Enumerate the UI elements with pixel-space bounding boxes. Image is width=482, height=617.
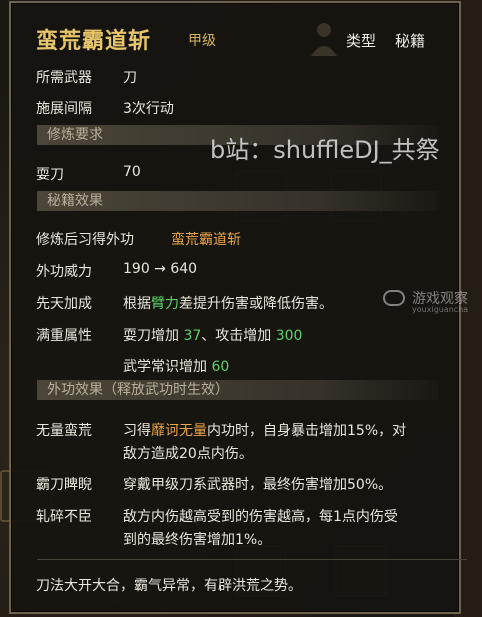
outer-header: 外功效果（释放武功时生效） (37, 380, 439, 400)
weapon-label: 所需武器 (36, 70, 92, 86)
full-text-a: 耍刀增加 37、攻击增加 300 (123, 325, 302, 345)
full-c-pre: 武学常识增加 (123, 359, 207, 375)
full-label: 满重属性 (36, 328, 92, 344)
effect2-label: 霸刀睥睨 (36, 477, 92, 493)
skill-tooltip: 蛮荒霸道斩 甲级 类型 秘籍 所需武器 刀 施展间隔 3次行动 修炼要求 耍刀 … (9, 1, 467, 614)
effect1-line2: 敌方造成20点内伤。 (123, 446, 253, 462)
power-value: 190 → 640 (123, 261, 198, 277)
effect1-pre: 习得 (123, 423, 151, 439)
effect3-line1: 敌方内伤越高受到的伤害越高，每1点内伤受 (123, 509, 398, 525)
power-label: 外功威力 (36, 264, 92, 280)
learn-value: 蛮荒霸道斩 (171, 232, 241, 248)
innate-pre: 根据 (123, 296, 151, 312)
effect2-text: 穿戴甲级刀系武器时，最终伤害增加50%。 (123, 477, 393, 493)
requirement-label: 耍刀 (36, 167, 64, 183)
interval-label: 施展间隔 (36, 101, 92, 117)
master-portrait-icon (311, 23, 337, 56)
site-watermark-sub: youxiguancha (412, 305, 469, 314)
weapon-value: 刀 (123, 70, 137, 86)
full-a-val: 37 (183, 328, 202, 344)
type-value: 秘籍 (395, 32, 426, 50)
watermark-logo-icon (383, 290, 405, 306)
interval-value: 3次行动 (123, 101, 174, 117)
effect1-post: 内功时，自身暴击增加15%，对 (207, 423, 407, 439)
full-a-pre: 耍刀增加 (123, 328, 179, 344)
innate-label: 先天加成 (36, 296, 92, 312)
effect1-line1: 习得靡诃无量内功时，自身暴击增加15%，对 (123, 420, 406, 440)
bilibili-watermark: b站：shuffleDJ_共祭 (210, 136, 440, 164)
requirement-value: 70 (123, 164, 141, 180)
flavor-divider (37, 559, 467, 560)
full-sep: 、攻击增加 (201, 328, 272, 344)
type-label: 类型 (346, 32, 377, 50)
effect1-hl: 靡诃无量 (151, 423, 207, 439)
flavor-text: 刀法大开大合，霸气异常，有辟洪荒之势。 (36, 578, 302, 594)
innate-attr: 臂力 (151, 296, 179, 312)
innate-post: 差提升伤害或降低伤害。 (179, 296, 333, 312)
learn-label: 修炼后习得外功 (36, 232, 134, 248)
effect1-label: 无量蛮荒 (36, 423, 92, 439)
effect3-label: 轧碎不臣 (36, 509, 92, 525)
full-c-val: 60 (211, 359, 230, 375)
effects-header: 秘籍效果 (37, 191, 439, 211)
skill-grade: 甲级 (188, 33, 216, 49)
full-b-val: 300 (275, 328, 303, 344)
full-text-c: 武学常识增加 60 (123, 356, 229, 376)
effect3-line2: 到的最终伤害增加1%。 (123, 532, 272, 548)
innate-text: 根据臂力差提升伤害或降低伤害。 (123, 293, 333, 313)
skill-name: 蛮荒霸道斩 (36, 29, 152, 54)
